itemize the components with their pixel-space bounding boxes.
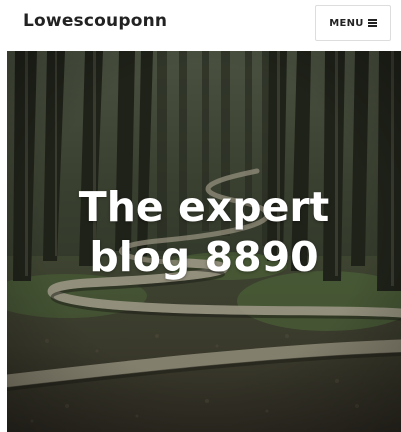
site-header: Lowescouponn MENU bbox=[0, 0, 401, 46]
hamburger-icon bbox=[367, 19, 377, 27]
page: Lowescouponn MENU The expert blog 8890 bbox=[0, 0, 401, 432]
hero-title: The expert blog 8890 bbox=[7, 182, 401, 282]
hero-title-line-1: The expert bbox=[78, 183, 330, 231]
menu-button[interactable]: MENU bbox=[315, 5, 391, 41]
hero-banner: The expert blog 8890 bbox=[7, 51, 401, 432]
menu-button-label: MENU bbox=[329, 17, 364, 29]
site-title-link[interactable]: Lowescouponn bbox=[23, 11, 167, 31]
hero-title-line-2: blog 8890 bbox=[89, 233, 319, 281]
